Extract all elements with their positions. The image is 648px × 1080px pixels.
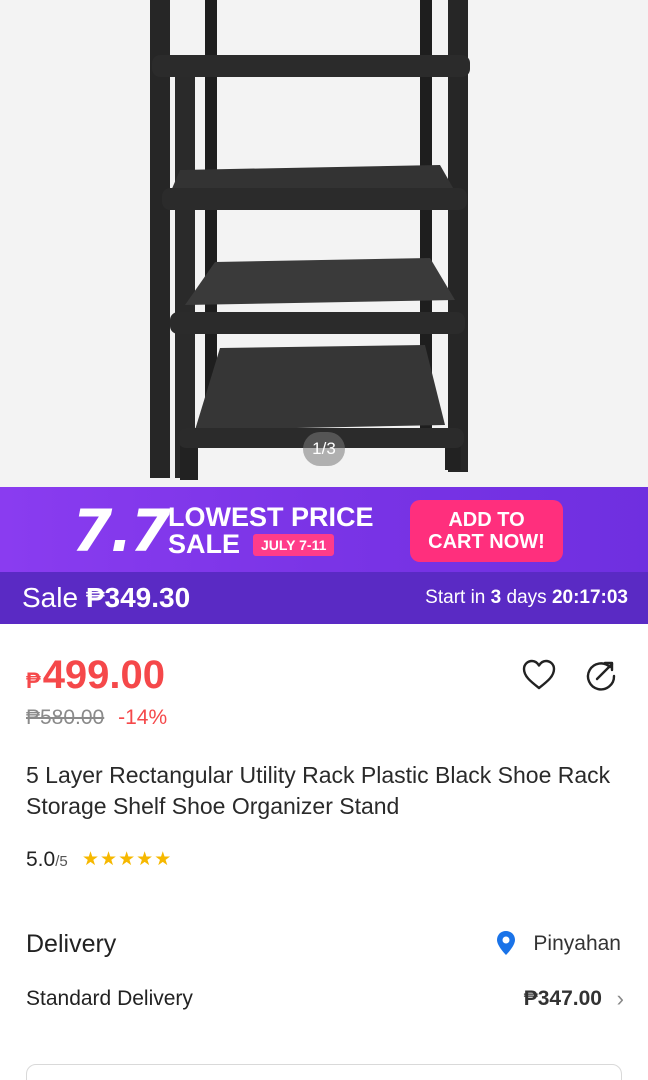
promo-campaign-number: 7.7 (72, 497, 171, 565)
rating-value: 5.0 (26, 848, 56, 871)
image-page-indicator: 1/3 (303, 432, 345, 466)
rating-scale: /5 (55, 853, 68, 870)
location-pin-icon (496, 930, 516, 956)
star-icon: ★ (100, 849, 119, 870)
heart-icon[interactable] (521, 657, 557, 693)
product-title: 5 Layer Rectangular Utility Rack Plastic… (26, 762, 611, 819)
star-icon: ★ (136, 849, 155, 870)
sale-price: ₱349.30 (85, 582, 191, 613)
promo-dates-badge: JULY 7-11 (253, 534, 335, 556)
countdown-prefix: Start in (425, 587, 486, 608)
countdown-timer: 20:17:03 (551, 587, 628, 608)
sale-word: Sale (22, 582, 79, 613)
cta-line-2: CART NOW! (428, 531, 545, 553)
countdown-days-word: days (506, 587, 547, 608)
shoe-rack-image (0, 0, 648, 487)
sale-countdown: Start in 3 days 20:17:03 (425, 572, 628, 624)
original-price-row: ₱580.00 -14% (26, 704, 167, 732)
price-value: 499.00 (42, 653, 166, 697)
current-price: ₱499.00 (26, 650, 165, 706)
flash-sale-strip: Sale ₱349.30 Start in 3 days 20:17:03 (0, 572, 648, 624)
delivery-fee: ₱347.00 (523, 987, 602, 1010)
share-icon[interactable] (583, 657, 619, 693)
rating-stars: ★★★★★ (82, 849, 172, 871)
rating-score[interactable]: 5.0/5 (26, 846, 68, 876)
delivery-heading: Delivery (26, 930, 117, 958)
discount-percent: -14% (118, 706, 168, 729)
delivery-method[interactable]: Standard Delivery (26, 985, 193, 1013)
star-icon: ★ (154, 849, 173, 870)
delivery-location[interactable]: Pinyahan (533, 930, 621, 958)
promo-title: LOWEST PRICE (168, 502, 374, 532)
original-price: ₱580.00 (26, 706, 105, 729)
promo-sale-word: SALE (168, 529, 241, 559)
sale-price-label: Sale ₱349.30 (22, 572, 190, 624)
countdown-days: 3 (490, 587, 502, 608)
product-image-gallery[interactable]: 1/3 (0, 0, 648, 487)
add-to-cart-promo-button[interactable]: ADD TO CART NOW! (410, 500, 563, 562)
next-section-card (26, 1064, 622, 1080)
cta-line-1: ADD TO (448, 509, 525, 531)
currency-symbol: ₱ (26, 668, 41, 693)
chevron-right-icon[interactable]: › (617, 985, 624, 1013)
star-icon: ★ (118, 849, 137, 870)
star-icon: ★ (82, 849, 101, 870)
